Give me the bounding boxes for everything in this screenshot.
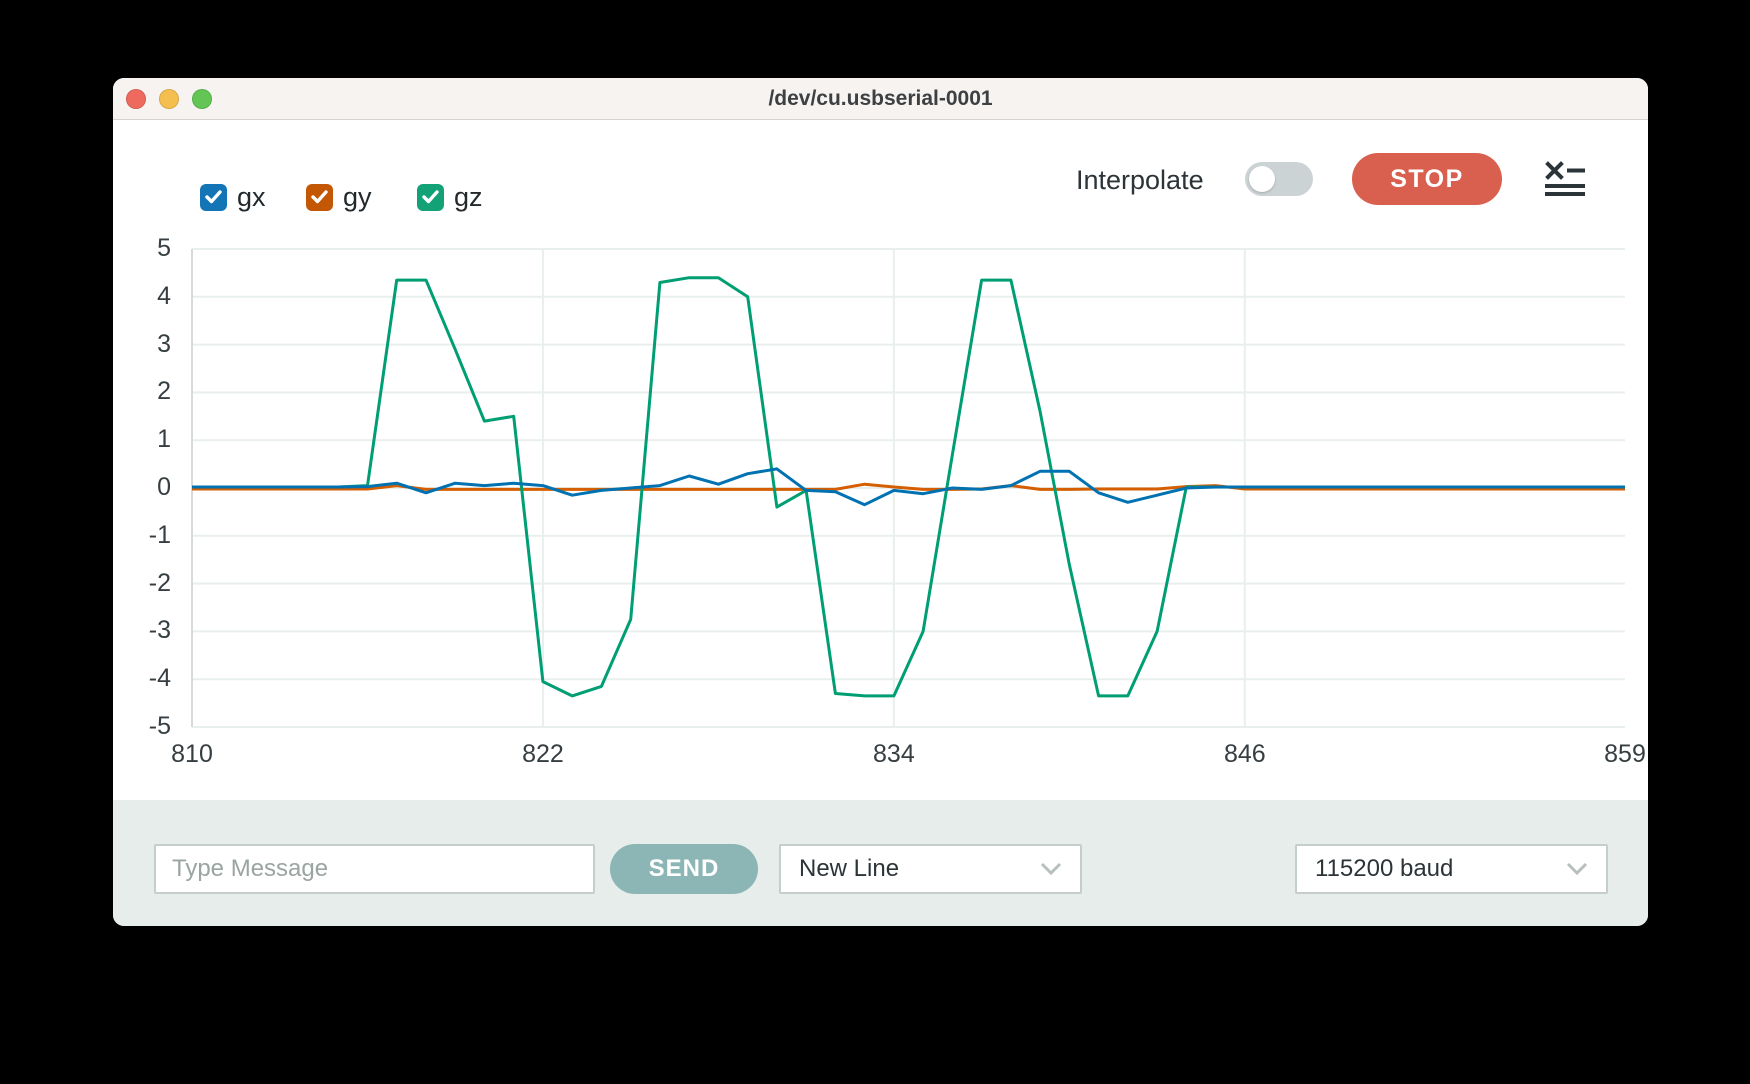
interpolate-label: Interpolate — [1076, 165, 1204, 196]
legend-label: gz — [454, 182, 483, 213]
interpolate-toggle[interactable] — [1245, 162, 1313, 196]
gy-checkbox[interactable] — [306, 184, 333, 211]
baud-rate-select[interactable]: 115200 baud — [1295, 844, 1608, 894]
legend-label: gy — [343, 182, 372, 213]
zoom-button[interactable] — [192, 89, 212, 109]
close-button[interactable] — [126, 89, 146, 109]
baud-rate-value: 115200 baud — [1315, 855, 1453, 883]
check-icon — [422, 190, 439, 204]
plot-area — [192, 249, 1625, 727]
toggle-knob — [1249, 166, 1275, 192]
y-tick-label: 0 — [113, 473, 171, 502]
stop-button-label: STOP — [1390, 165, 1464, 194]
legend-item-gx: gx — [200, 182, 266, 212]
chevron-down-icon — [1040, 855, 1062, 883]
chevron-down-icon — [1566, 855, 1588, 883]
y-tick-label: 1 — [113, 425, 171, 454]
y-tick-label: -3 — [113, 616, 171, 645]
gz-checkbox[interactable] — [417, 184, 444, 211]
minimize-button[interactable] — [159, 89, 179, 109]
x-tick-label: 834 — [873, 740, 915, 769]
line-ending-select[interactable]: New Line — [779, 844, 1082, 894]
clear-list-icon — [1545, 186, 1585, 201]
gx-checkbox[interactable] — [200, 184, 227, 211]
send-button-label: SEND — [649, 855, 720, 883]
serial-plotter-window: /dev/cu.usbserial-0001 gx gy gz Interpol… — [113, 78, 1648, 926]
y-tick-label: 5 — [113, 234, 171, 263]
titlebar: /dev/cu.usbserial-0001 — [113, 78, 1648, 120]
x-tick-label: 859 — [1604, 740, 1646, 769]
x-tick-label: 822 — [522, 740, 564, 769]
x-tick-label: 810 — [171, 740, 213, 769]
y-tick-label: 2 — [113, 377, 171, 406]
check-icon — [205, 190, 222, 204]
y-tick-label: -4 — [113, 664, 171, 693]
stop-button[interactable]: STOP — [1352, 153, 1502, 205]
window-title: /dev/cu.usbserial-0001 — [768, 87, 992, 111]
legend-label: gx — [237, 182, 266, 213]
legend-item-gz: gz — [417, 182, 483, 212]
y-tick-label: -1 — [113, 521, 171, 550]
legend-item-gy: gy — [306, 182, 372, 212]
desktop: { "window": { "title": "/dev/cu.usbseria… — [0, 0, 1750, 1084]
y-tick-label: 4 — [113, 282, 171, 311]
bottom-bar: SEND New Line 115200 baud — [113, 800, 1648, 926]
y-tick-label: 3 — [113, 330, 171, 359]
y-tick-label: -5 — [113, 712, 171, 741]
line-ending-value: New Line — [799, 855, 899, 883]
send-button[interactable]: SEND — [610, 844, 758, 894]
y-tick-label: -2 — [113, 569, 171, 598]
message-input[interactable] — [154, 844, 595, 894]
clear-plot-button[interactable] — [1545, 160, 1585, 198]
x-tick-label: 846 — [1224, 740, 1266, 769]
check-icon — [311, 190, 328, 204]
